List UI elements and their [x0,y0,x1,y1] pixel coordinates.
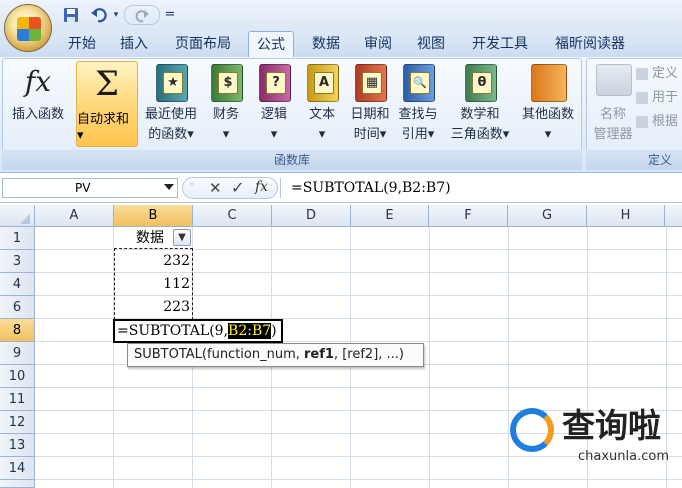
row-header-14[interactable]: 14 [0,457,35,480]
watermark-title: 查询啦 [562,406,661,445]
row-header-4[interactable]: 4 [0,273,35,296]
recent-book-icon: ★ [156,64,188,102]
tab-home[interactable]: 开始 [62,31,102,57]
formula-buttons: ◦ ✕ ✓ fx [182,177,278,199]
logical-book-icon: ? [259,64,291,102]
insert-function-label: 插入函数 [11,107,64,122]
name-box-dropdown-icon[interactable] [164,184,174,190]
function-library-label: 函数库 [2,150,582,170]
column-header-g[interactable]: G [508,205,587,227]
undo-dropdown-icon[interactable]: ▾ [111,5,121,25]
define-name-button[interactable]: 定义 [636,64,678,84]
defined-names-label: 定义 [586,150,682,170]
math-trig-button[interactable]: θ 数学和 三角函数▾ [444,60,516,148]
lookup-book-icon: 🔍 [403,64,435,102]
current-argument: ref1 [304,347,334,362]
enter-icon[interactable]: ✓ [231,178,244,197]
row-header-9[interactable]: 9 [0,342,35,365]
column-header-e[interactable]: E [351,205,429,227]
tab-review[interactable]: 审阅 [358,31,398,57]
autosum-button[interactable]: Σ 自动求和 ▾ [76,61,138,147]
row-header-15-partial[interactable] [0,480,35,488]
row-header-11[interactable]: 11 [0,388,35,411]
fx-icon: fx [24,65,52,98]
column-header-d[interactable]: D [272,205,351,227]
select-all-triangle-icon [20,214,30,224]
office-button[interactable] [4,4,52,52]
column-header-a[interactable]: A [35,205,114,227]
tab-foxit-reader[interactable]: 福昕阅读器 [546,31,634,57]
row-header-13[interactable]: 13 [0,434,35,457]
text-functions-button[interactable]: A 文本 ▾ [300,60,344,148]
logical-button[interactable]: ? 逻辑 ▾ [252,60,296,148]
tab-page-layout[interactable]: 页面布局 [168,31,238,57]
formula-prefix: =SUBTOTAL(9, [117,323,229,339]
active-cell-a8[interactable]: =SUBTOTAL(9,B2:B7) [113,319,283,343]
lookup-reference-button[interactable]: 🔍 查找与 引用▾ [394,60,442,148]
tab-view[interactable]: 视图 [410,31,452,57]
use-in-formula-button[interactable]: 用于 [636,88,678,108]
save-icon[interactable] [60,5,82,25]
collapse-icon[interactable]: ◦ [189,180,195,191]
use-in-formula-icon [636,92,648,104]
insert-function-icon[interactable]: fx [255,179,268,195]
row-header-6[interactable]: 6 [0,296,35,319]
tab-data[interactable]: 数据 [304,31,348,57]
define-name-icon [636,68,648,80]
row-header-10[interactable]: 10 [0,365,35,388]
text-book-icon: A [307,64,339,102]
undo-icon[interactable] [86,5,112,25]
create-from-selection-button[interactable]: 根据 [636,112,678,132]
name-manager-icon [596,64,632,96]
column-header-f[interactable]: F [429,205,508,227]
cancel-icon[interactable]: ✕ [209,179,222,197]
more-functions-button[interactable]: 其他函数 ▾ [516,60,580,148]
name-manager-button[interactable]: 名称 管理器 [588,60,638,148]
redo-icon[interactable] [124,5,160,25]
recently-used-button[interactable]: ★ 最近使用 的函数▾ [140,60,202,148]
function-tooltip[interactable]: SUBTOTAL(function_num, ref1, [ref2], ...… [127,343,424,367]
math-book-icon: θ [465,64,497,102]
formula-input[interactable]: =SUBTOTAL(9,B2:B7) [280,178,682,198]
column-header-i-partial[interactable] [665,205,682,227]
name-box[interactable]: PV [2,178,178,198]
row-header-12[interactable]: 12 [0,411,35,434]
formula-suffix: ) [271,323,277,339]
autosum-dropdown-icon: ▾ [77,128,84,143]
watermark-url: chaxunla.com [578,449,669,464]
autosum-label: 自动求和 [77,112,130,127]
office-logo-icon [17,17,41,41]
column-header-h[interactable]: H [587,205,665,227]
column-header-c[interactable]: C [193,205,272,227]
tab-formulas[interactable]: 公式 [248,31,294,57]
column-header-b[interactable]: B [114,205,193,227]
financial-book-icon: $ [211,64,243,102]
row-header-1[interactable]: 1 [0,227,35,250]
date-time-book-icon: ▦ [355,64,387,102]
more-functions-books-icon [531,64,567,102]
customize-quick-access-icon[interactable]: = [163,5,177,25]
create-from-selection-icon [636,116,648,128]
highlighted-range: B2:B7 [228,323,272,339]
watermark-logo-icon [510,408,554,452]
row-header-3[interactable]: 3 [0,250,35,273]
sigma-icon: Σ [94,64,120,104]
date-time-button[interactable]: ▦ 日期和 时间▾ [346,60,394,148]
tab-developer[interactable]: 开发工具 [464,31,536,57]
tab-insert[interactable]: 插入 [114,31,154,57]
filter-dropdown-icon[interactable]: ▼ [173,229,191,246]
financial-button[interactable]: $ 财务 ▾ [204,60,248,148]
row-header-8[interactable]: 8 [0,319,35,342]
insert-function-button[interactable]: fx 插入函数 [6,60,70,148]
reference-marquee [114,248,193,320]
